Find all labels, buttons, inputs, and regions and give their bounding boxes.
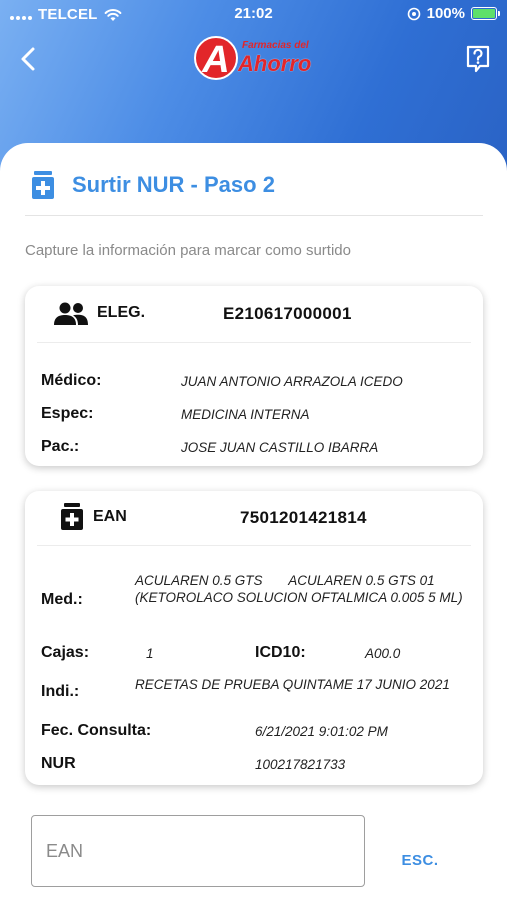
chevron-left-icon <box>21 47 35 71</box>
doctor-label: Médico: <box>41 372 102 389</box>
battery-percent: 100% <box>426 5 465 22</box>
ean-label: EAN <box>93 508 127 525</box>
help-button[interactable] <box>465 45 491 73</box>
logo-main-text: Ahorro <box>238 51 312 76</box>
card-divider <box>37 342 471 343</box>
med-value: ACULAREN 0.5 GTS ACULAREN 0.5 GTS 01 (KE… <box>135 573 463 605</box>
prescriber-card: ELEG. E210617000001 Médico: JUAN ANTONIO… <box>25 286 483 466</box>
ean-input[interactable] <box>31 815 365 887</box>
medication-card: EAN 7501201421814 Med.: ACULAREN 0.5 GTS… <box>25 491 483 785</box>
scan-button[interactable]: ESC. <box>390 848 450 872</box>
doctor-value: JUAN ANTONIO ARRAZOLA ICEDO <box>181 374 403 389</box>
status-right: 100% <box>407 5 500 22</box>
title-divider <box>25 215 483 216</box>
boxes-value: 1 <box>146 646 154 661</box>
status-bar: TELCEL 21:02 100% <box>0 0 507 30</box>
icd10-label: ICD10: <box>255 644 306 661</box>
ean-code: 7501201421814 <box>240 508 367 527</box>
consult-date-value: 6/21/2021 9:01:02 PM <box>255 724 388 739</box>
indication-value: RECETAS DE PRUEBA QUINTAME 17 JUNIO 2021 <box>135 677 450 692</box>
nur-value: 100217821733 <box>255 757 346 772</box>
specialty-label: Espec: <box>41 405 94 422</box>
indication-label: Indi.: <box>41 683 80 700</box>
patient-value: JOSE JUAN CASTILLO IBARRA <box>181 440 379 455</box>
page-title-row: Surtir NUR - Paso 2 <box>30 170 275 200</box>
patient-label: Pac.: <box>41 438 80 455</box>
app-logo: A Farmacias del Ahorro <box>194 36 318 82</box>
eleg-code: E210617000001 <box>223 304 352 323</box>
back-button[interactable] <box>14 42 44 76</box>
med-label: Med.: <box>41 591 83 608</box>
nur-label: NUR <box>41 755 76 772</box>
battery-icon <box>471 7 500 20</box>
orientation-lock-icon <box>407 7 420 20</box>
specialty-value: MEDICINA INTERNA <box>181 407 310 422</box>
card-divider <box>37 545 471 546</box>
people-icon <box>54 302 88 325</box>
medicine-icon <box>32 171 54 199</box>
help-icon <box>466 45 490 73</box>
eleg-label: ELEG. <box>97 304 146 321</box>
boxes-label: Cajas: <box>41 644 90 661</box>
page-subtitle: Capture la información para marcar como … <box>25 242 351 259</box>
medicine-box-icon <box>61 503 83 530</box>
logo-letter: A <box>194 36 238 81</box>
consult-date-label: Fec. Consulta: <box>41 722 152 739</box>
icd10-value: A00.0 <box>365 646 401 661</box>
logo-small-text: Farmacias del <box>242 40 309 51</box>
page-title: Surtir NUR - Paso 2 <box>72 172 275 197</box>
